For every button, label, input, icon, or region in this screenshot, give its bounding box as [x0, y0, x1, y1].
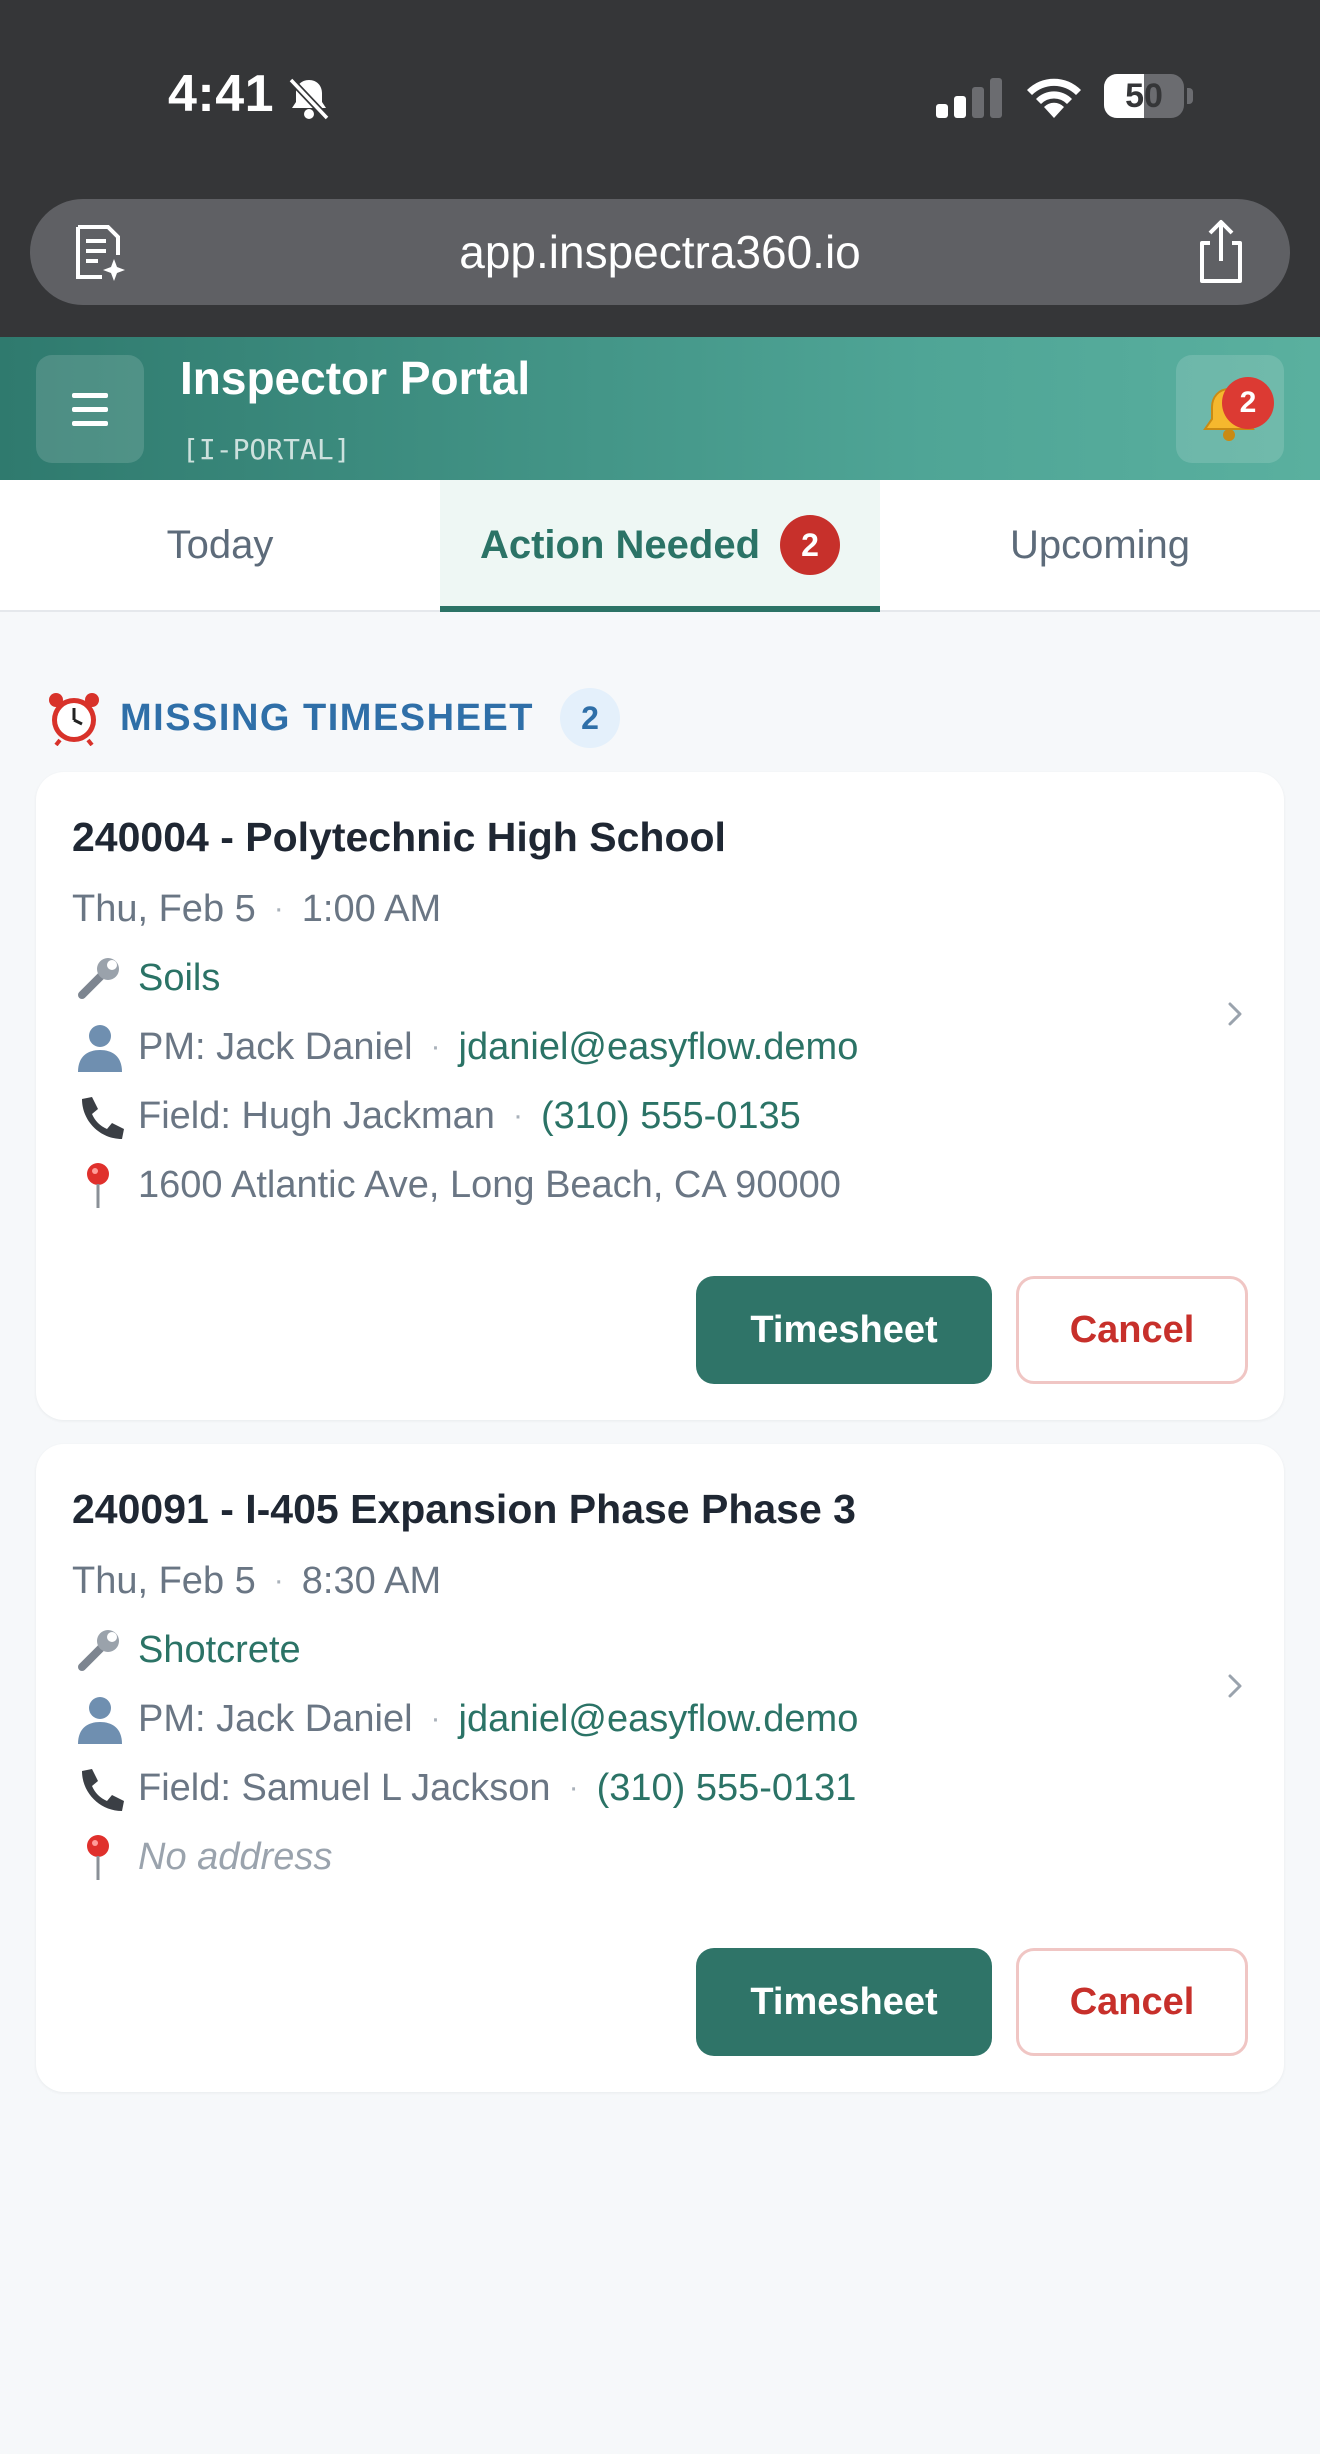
status-time: 4:41 — [168, 65, 275, 123]
phone-icon — [82, 1769, 124, 1811]
bell-slash-icon — [288, 77, 330, 120]
tab-label: Today — [166, 522, 274, 567]
chevron-right-icon[interactable] — [1222, 1666, 1250, 1706]
map-pin-icon — [87, 1163, 109, 1208]
person-icon — [78, 1025, 122, 1072]
wrench-icon — [78, 958, 119, 999]
map-pin-icon — [87, 1835, 109, 1880]
wifi-icon — [1027, 78, 1081, 118]
app-title: Inspector Portal — [180, 352, 531, 404]
field-phone-link[interactable]: (310) 555-0131 — [597, 1767, 857, 1810]
tab-bar: Today Action Needed 2 Upcoming — [0, 480, 1320, 612]
job-card[interactable]: 240004 - Polytechnic High School Thu, Fe… — [36, 772, 1284, 1420]
cancel-button[interactable]: Cancel — [1016, 1948, 1248, 2056]
job-service: Shotcrete — [72, 1623, 301, 1677]
section-title: MISSING TIMESHEET — [120, 696, 534, 739]
chevron-right-icon[interactable] — [1222, 994, 1250, 1034]
cancel-button[interactable]: Cancel — [1016, 1276, 1248, 1384]
browser-chrome: 4:41 50 app.inspectra360.io — [0, 0, 1320, 337]
job-service: Soils — [72, 951, 220, 1005]
job-date: Thu, Feb 5 — [72, 887, 256, 930]
timesheet-button[interactable]: Timesheet — [696, 1948, 992, 2056]
address-bar[interactable]: app.inspectra360.io — [30, 199, 1290, 305]
service-name: Shotcrete — [138, 1628, 301, 1671]
job-datetime: Thu, Feb 5 · 1:00 AM — [72, 887, 442, 930]
job-date: Thu, Feb 5 — [72, 1559, 256, 1602]
share-icon[interactable] — [1190, 219, 1252, 285]
job-pm: PM: Jack Daniel · jdaniel@easyflow.demo — [72, 1020, 858, 1074]
tab-label: Action Needed — [479, 522, 761, 567]
timesheet-button[interactable]: Timesheet — [696, 1276, 992, 1384]
section-heading: MISSING TIMESHEET 2 — [46, 688, 620, 748]
cellular-signal-icon — [936, 78, 1002, 118]
battery-level: 50 — [1125, 77, 1163, 115]
field-contact-name: Field: Samuel L Jackson — [138, 1766, 551, 1809]
app-code: [I-PORTAL] — [182, 433, 351, 466]
job-title: 240004 - Polytechnic High School — [72, 814, 726, 860]
url-text[interactable]: app.inspectra360.io — [30, 199, 1290, 305]
app-header: Inspector Portal [I-PORTAL] 2 — [0, 337, 1320, 480]
pm-email-link[interactable]: jdaniel@easyflow.demo — [459, 1698, 859, 1741]
menu-button[interactable] — [36, 355, 144, 463]
job-time: 8:30 AM — [301, 1559, 442, 1602]
hamburger-icon — [72, 393, 108, 398]
notifications-button[interactable]: 2 — [1176, 355, 1284, 463]
pm-email-link[interactable]: jdaniel@easyflow.demo — [459, 1026, 859, 1069]
job-address: No address — [72, 1830, 332, 1884]
job-pm: PM: Jack Daniel · jdaniel@easyflow.demo — [72, 1692, 858, 1746]
tab-label: Upcoming — [1009, 522, 1191, 567]
job-card[interactable]: 240091 - I-405 Expansion Phase Phase 3 T… — [36, 1444, 1284, 2092]
battery-icon: 50 — [1104, 74, 1193, 118]
wrench-icon — [78, 1630, 119, 1671]
tab-today[interactable]: Today — [0, 480, 440, 610]
notification-badge: 2 — [1222, 377, 1274, 429]
job-datetime: Thu, Feb 5 · 8:30 AM — [72, 1559, 442, 1602]
tab-upcoming[interactable]: Upcoming — [880, 480, 1320, 610]
pm-name: PM: Jack Daniel — [138, 1697, 413, 1740]
address-text: 1600 Atlantic Ave, Long Beach, CA 90000 — [138, 1163, 841, 1206]
tab-action-needed[interactable]: Action Needed 2 — [440, 480, 880, 610]
address-text: No address — [138, 1835, 333, 1878]
job-field-contact: Field: Hugh Jackman · (310) 555-0135 — [72, 1089, 801, 1143]
field-phone-link[interactable]: (310) 555-0135 — [541, 1095, 801, 1138]
field-contact-name: Field: Hugh Jackman — [138, 1094, 495, 1137]
service-name: Soils — [138, 956, 221, 999]
phone-icon — [82, 1097, 124, 1139]
job-title: 240091 - I-405 Expansion Phase Phase 3 — [72, 1486, 856, 1532]
person-icon — [78, 1697, 122, 1744]
tab-badge: 2 — [780, 515, 841, 575]
job-time: 1:00 AM — [301, 887, 442, 930]
active-tab-indicator — [440, 606, 880, 612]
job-address: 1600 Atlantic Ave, Long Beach, CA 90000 — [72, 1158, 841, 1212]
alarm-clock-icon — [49, 693, 99, 746]
job-field-contact: Field: Samuel L Jackson · (310) 555-0131 — [72, 1761, 856, 1815]
section-count-badge: 2 — [559, 688, 620, 748]
pm-name: PM: Jack Daniel — [138, 1025, 413, 1068]
